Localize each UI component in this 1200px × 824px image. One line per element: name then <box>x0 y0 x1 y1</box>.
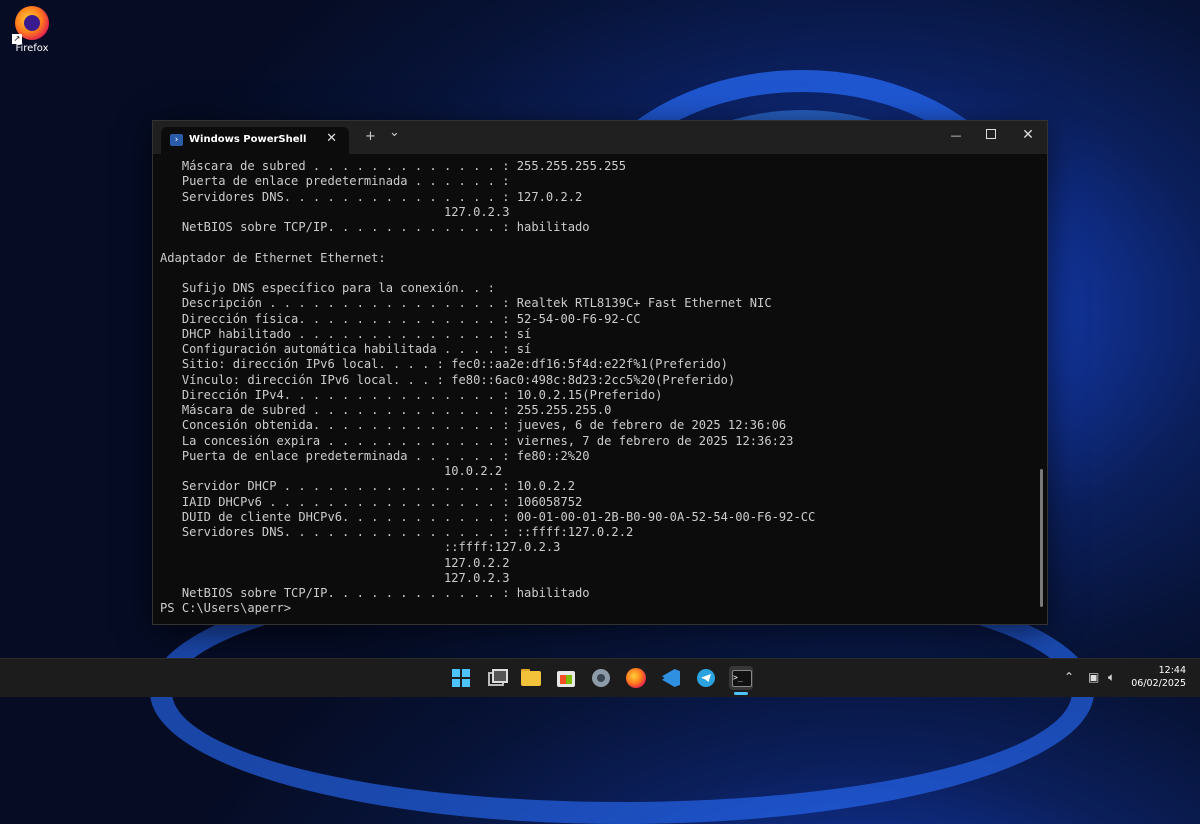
terminal-line: Puerta de enlace predeterminada . . . . … <box>160 174 510 189</box>
tab-windows-powershell[interactable]: › Windows PowerShell ✕ <box>161 127 349 154</box>
taskbar: >_ ⌃ ▣ 🔈︎ 12:44 06/02/2025 <box>0 658 1200 697</box>
terminal-line: NetBIOS sobre TCP/IP. . . . . . . . . . … <box>160 586 590 600</box>
terminal-line: Máscara de subred . . . . . . . . . . . … <box>160 403 612 417</box>
terminal-line: Concesión obtenida. . . . . . . . . . . … <box>160 418 787 433</box>
firefox-button[interactable] <box>624 666 648 690</box>
file-explorer-button[interactable] <box>519 666 543 690</box>
tab-title: Windows PowerShell <box>189 134 307 145</box>
terminal-line: 10.0.2.2 <box>160 464 503 478</box>
active-app-indicator <box>734 692 748 695</box>
terminal-line: NetBIOS sobre TCP/IP. . . . . . . . . . … <box>160 220 590 234</box>
terminal-line: Sitio: dirección IPv6 local. . . . : fec… <box>160 357 728 372</box>
terminal-line: Puerta de enlace predeterminada . . . . … <box>160 448 590 463</box>
terminal-line: Servidor DHCP . . . . . . . . . . . . . … <box>160 479 576 494</box>
terminal-line: IAID DHCPv6 . . . . . . . . . . . . . . … <box>160 494 583 509</box>
task-view-button[interactable] <box>484 666 508 690</box>
terminal-line: Descripción . . . . . . . . . . . . . . … <box>160 296 772 311</box>
clock-date: 06/02/2025 <box>1131 678 1186 689</box>
terminal-line: Adaptador de Ethernet Ethernet: <box>160 250 386 265</box>
terminal-button[interactable]: >_ <box>729 666 753 690</box>
clock[interactable]: 12:44 06/02/2025 <box>1131 664 1186 690</box>
network-icon[interactable]: ▣ <box>1088 670 1099 684</box>
store-icon <box>557 671 575 687</box>
terminal-line: DHCP habilitado . . . . . . . . . . . . … <box>160 326 532 341</box>
terminal-line: Configuración automática habilitada . . … <box>160 342 532 356</box>
title-bar[interactable]: › Windows PowerShell ✕ + ⌄ — ✕ <box>153 121 1047 154</box>
powershell-icon: › <box>170 134 183 146</box>
terminal-window: › Windows PowerShell ✕ + ⌄ — ✕ Máscara d… <box>152 120 1048 625</box>
terminal-line: 127.0.2.3 <box>160 570 510 585</box>
tray-chevron-icon[interactable]: ⌃ <box>1064 670 1074 684</box>
settings-icon <box>592 669 610 687</box>
terminal-line: PS C:\Users\aperr> <box>160 601 292 616</box>
settings-button[interactable] <box>589 666 613 690</box>
close-button[interactable]: ✕ <box>1013 127 1043 143</box>
shortcut-arrow-icon: ↗ <box>12 34 22 44</box>
tab-close-icon[interactable]: ✕ <box>326 131 337 146</box>
terminal-icon: >_ <box>732 670 752 687</box>
terminal-line: ::ffff:127.0.2.3 <box>160 540 561 555</box>
terminal-line: 127.0.2.3 <box>160 204 510 219</box>
terminal-output[interactable]: Máscara de subred . . . . . . . . . . . … <box>160 159 1033 624</box>
terminal-line: Servidores DNS. . . . . . . . . . . . . … <box>160 525 634 539</box>
terminal-line: Dirección IPv4. . . . . . . . . . . . . … <box>160 387 663 402</box>
store-button[interactable] <box>554 666 578 690</box>
terminal-line: Dirección física. . . . . . . . . . . . … <box>160 311 641 326</box>
vscode-icon <box>662 669 680 687</box>
terminal-line: 127.0.2.2 <box>160 555 510 570</box>
terminal-line: Vínculo: dirección IPv6 local. . . : fe8… <box>160 372 736 387</box>
maximize-icon <box>986 129 996 139</box>
terminal-line: DUID de cliente DHCPv6. . . . . . . . . … <box>160 509 816 524</box>
terminal-line: La concesión expira . . . . . . . . . . … <box>160 433 794 448</box>
minimize-button[interactable]: — <box>941 129 971 142</box>
vscode-button[interactable] <box>659 666 683 690</box>
terminal-line: Sufijo DNS específico para la conexión. … <box>160 281 495 295</box>
desktop-icon-firefox[interactable]: ↗ Firefox <box>8 6 56 54</box>
terminal-line: Servidores DNS. . . . . . . . . . . . . … <box>160 189 583 204</box>
terminal-line: Máscara de subred . . . . . . . . . . . … <box>160 159 626 173</box>
clock-time: 12:44 <box>1158 665 1186 676</box>
telegram-icon <box>697 669 715 687</box>
start-button[interactable] <box>449 666 473 690</box>
tab-dropdown-button[interactable]: ⌄ <box>389 125 400 140</box>
scrollbar[interactable] <box>1040 469 1043 607</box>
firefox-icon <box>626 668 646 688</box>
maximize-button[interactable] <box>976 127 1006 143</box>
volume-icon[interactable]: 🔈︎ <box>1108 670 1115 685</box>
telegram-button[interactable] <box>694 666 718 690</box>
desktop-icon-label: Firefox <box>15 43 49 54</box>
new-tab-button[interactable]: + <box>365 129 376 144</box>
